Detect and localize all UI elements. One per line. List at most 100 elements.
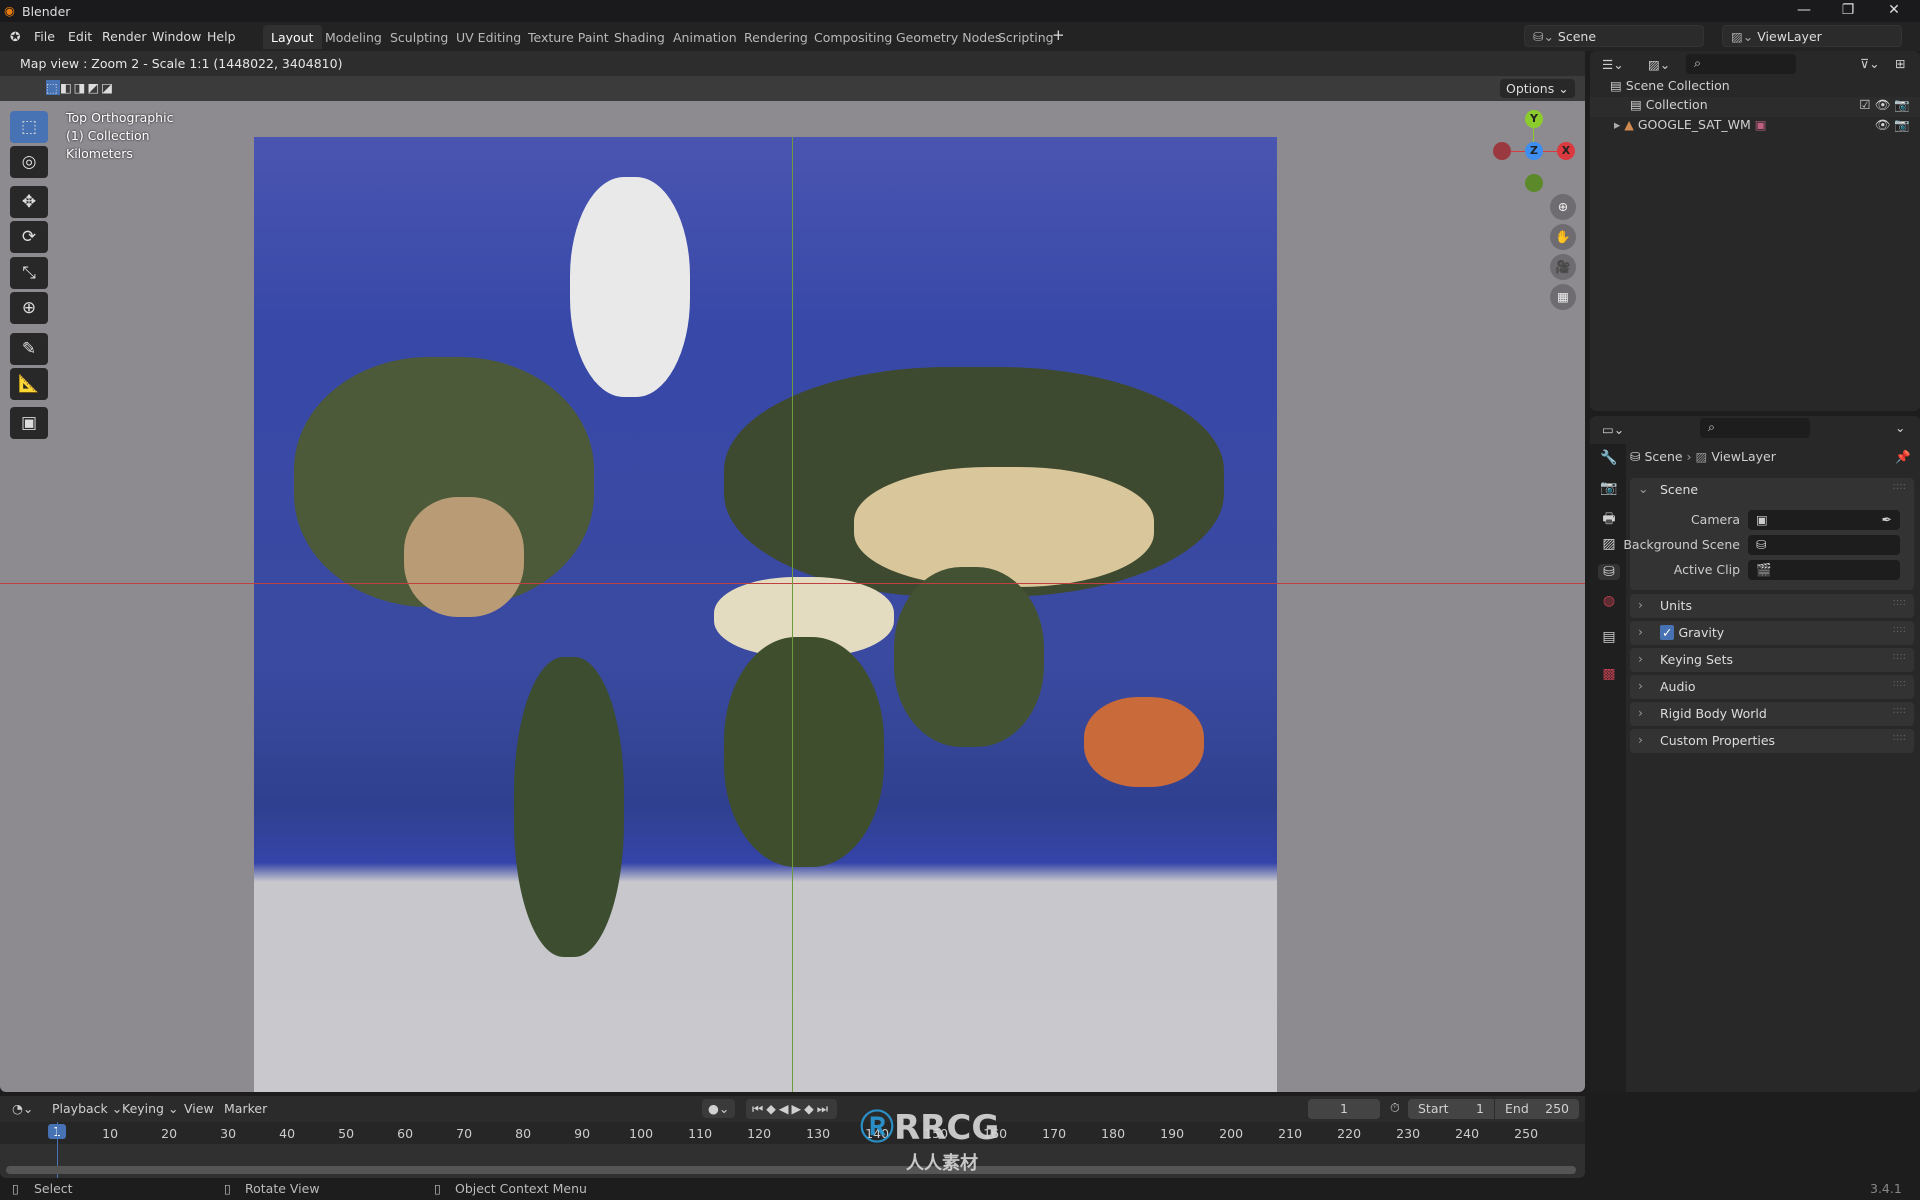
gizmo-y-axis[interactable]: Y xyxy=(1525,110,1543,128)
south-america xyxy=(514,657,624,957)
menu-file[interactable]: File xyxy=(34,29,55,44)
render-tab-icon[interactable]: 📷 xyxy=(1598,480,1620,496)
scene-selector[interactable]: ⛁⌄ Scene xyxy=(1524,25,1704,47)
stopwatch-icon[interactable]: ⏱ xyxy=(1390,1100,1400,1116)
workspace-tab-layout[interactable]: Layout xyxy=(263,25,322,49)
north-america-desert xyxy=(404,497,524,617)
scale-tool-icon[interactable]: ⤡ xyxy=(10,257,48,289)
gravity-checkbox[interactable]: ✓ xyxy=(1660,625,1675,640)
panel-audio[interactable]: › Audio:::: xyxy=(1630,675,1914,699)
outliner-item-google-sat-wm[interactable]: ▸ ▲ GOOGLE_SAT_WM ▣ 👁 📷 xyxy=(1590,117,1920,137)
frame-ruler[interactable]: 1102030405060708090100110120130140150160… xyxy=(0,1122,1585,1144)
camera-view-icon[interactable]: 🎥 xyxy=(1550,254,1576,280)
cursor-tool-icon[interactable]: ◎ xyxy=(10,146,48,178)
properties-search-input[interactable]: ⌕ xyxy=(1700,418,1810,438)
measure-tool-icon[interactable]: 📐 xyxy=(10,368,48,400)
view-menu[interactable]: View xyxy=(184,1101,214,1116)
blender-menu-icon[interactable]: ✪ xyxy=(10,29,20,44)
panel-keying-sets[interactable]: › Keying Sets:::: xyxy=(1630,648,1914,672)
workspace-tab-uv-editing[interactable]: UV Editing xyxy=(448,25,529,49)
auto-keying-toggle[interactable]: ●⌄ xyxy=(702,1099,736,1118)
texture-tab-icon[interactable]: ▩ xyxy=(1598,666,1620,682)
scene-panel-header[interactable]: Scene xyxy=(1660,482,1698,497)
workspace-tab-scripting[interactable]: Scripting xyxy=(990,25,1062,49)
playback-controls[interactable]: ⏮◆◀▶◆⏭ xyxy=(746,1099,837,1119)
camera-field[interactable]: ▣ ✒ xyxy=(1748,510,1900,530)
menu-help[interactable]: Help xyxy=(207,29,236,44)
timeline-scrollbar[interactable] xyxy=(6,1166,1576,1174)
tool-tab-icon[interactable]: 🔧 xyxy=(1598,450,1620,466)
background-scene-field[interactable]: ⛁ xyxy=(1748,535,1900,555)
outliner-item-collection[interactable]: ▤ Collection ☑ 👁 📷 xyxy=(1590,97,1920,117)
world-tab-icon[interactable]: ◍ xyxy=(1598,593,1620,609)
y-axis-line xyxy=(792,137,793,1092)
selection-mode-buttons[interactable]: ⬚◧◨◩◪ xyxy=(46,80,115,95)
current-frame-field[interactable]: 1 xyxy=(1308,1099,1380,1119)
maximize-button[interactable]: ❐ xyxy=(1828,2,1868,20)
active-clip-field[interactable]: 🎬 xyxy=(1748,560,1900,580)
window-title: Blender xyxy=(22,4,71,19)
frame-tick-label: 110 xyxy=(688,1126,713,1141)
gizmo-z-axis[interactable]: Z xyxy=(1525,142,1543,160)
options-chevron[interactable]: ⌄ xyxy=(1895,420,1905,435)
marker-menu[interactable]: Marker xyxy=(224,1101,267,1116)
keying-menu[interactable]: Keying ⌄ xyxy=(122,1101,178,1116)
workspace-tab-texture-paint[interactable]: Texture Paint xyxy=(520,25,617,49)
version-label: 3.4.1 xyxy=(1870,1181,1902,1196)
workspace-tab-sculpting[interactable]: Sculpting xyxy=(382,25,456,49)
africa xyxy=(724,637,884,867)
move-tool-icon[interactable]: ✥ xyxy=(10,186,48,218)
minimize-button[interactable]: — xyxy=(1784,2,1824,20)
transform-tool-icon[interactable]: ⊕ xyxy=(10,292,48,324)
workspace-tab-animation[interactable]: Animation xyxy=(665,25,745,49)
workspace-tab-rendering[interactable]: Rendering xyxy=(736,25,816,49)
menu-edit[interactable]: Edit xyxy=(68,29,92,44)
outliner-item-scene-collection[interactable]: ▤ Scene Collection xyxy=(1610,78,1910,98)
viewlayer-selector[interactable]: ▨⌄ ViewLayer xyxy=(1722,25,1902,47)
pin-icon[interactable]: 📌 xyxy=(1895,449,1911,465)
workspace-tab-shading[interactable]: Shading xyxy=(606,25,673,49)
frame-tick-label: 120 xyxy=(747,1126,772,1141)
ortho-grid-icon[interactable]: ▦ xyxy=(1550,284,1576,310)
blender-logo-icon: ◉ xyxy=(4,3,15,18)
frame-tick-label: 30 xyxy=(220,1126,237,1141)
frame-tick-label: 80 xyxy=(515,1126,532,1141)
new-collection-icon[interactable]: ⊞ xyxy=(1895,56,1905,71)
gizmo-x-axis[interactable]: X xyxy=(1557,142,1575,160)
menu-render[interactable]: Render xyxy=(102,29,147,44)
panel-rigid-body-world[interactable]: › Rigid Body World:::: xyxy=(1630,702,1914,726)
outliner-search-input[interactable]: ⌕ xyxy=(1686,54,1796,74)
gizmo-neg-x-axis[interactable] xyxy=(1493,142,1511,160)
zoom-icon[interactable]: ⊕ xyxy=(1550,194,1576,220)
menu-window[interactable]: Window xyxy=(152,29,201,44)
end-frame-field[interactable]: End 250 xyxy=(1495,1099,1579,1119)
start-frame-field[interactable]: Start 1 xyxy=(1408,1099,1494,1119)
mouse-middle-icon: ▯ xyxy=(224,1181,231,1196)
mouse-right-icon: ▯ xyxy=(434,1181,441,1196)
workspace-tab-modeling[interactable]: Modeling xyxy=(317,25,390,49)
filter-icon[interactable]: ⊽⌄ xyxy=(1860,56,1880,71)
editor-type-dropdown[interactable]: ▭⌄ xyxy=(1602,422,1624,437)
timeline-editor-icon[interactable]: ◔⌄ xyxy=(12,1101,33,1116)
workspace-tab-compositing[interactable]: Compositing xyxy=(806,25,900,49)
close-button[interactable]: ✕ xyxy=(1874,2,1914,20)
panel-units[interactable]: › Units:::: xyxy=(1630,594,1914,618)
add-cube-tool-icon[interactable]: ▣ xyxy=(10,407,48,439)
pan-hand-icon[interactable]: ✋ xyxy=(1550,224,1576,250)
panel-custom-properties[interactable]: › Custom Properties:::: xyxy=(1630,729,1914,753)
3d-viewport[interactable]: Map view : Zoom 2 - Scale 1:1 (1448022, … xyxy=(0,51,1585,1092)
collection-tab-icon[interactable]: ▤ xyxy=(1598,629,1620,645)
select-box-tool-icon[interactable]: ⬚ xyxy=(10,111,48,143)
view-layer-filter-dropdown[interactable]: ▨⌄ xyxy=(1648,57,1670,72)
rotate-tool-icon[interactable]: ⟳ xyxy=(10,221,48,253)
options-dropdown[interactable]: Options ⌄ xyxy=(1500,79,1575,98)
add-workspace-button[interactable]: + xyxy=(1052,26,1065,44)
frame-tick-label: 100 xyxy=(629,1126,654,1141)
annotate-tool-icon[interactable]: ✎ xyxy=(10,333,48,365)
display-mode-dropdown[interactable]: ☰⌄ xyxy=(1602,57,1624,72)
panel-gravity[interactable]: › ✓ Gravity:::: xyxy=(1630,621,1914,645)
camera-label: Camera xyxy=(1690,512,1740,527)
playback-menu[interactable]: Playback ⌄ xyxy=(52,1101,122,1116)
gizmo-neg-y-axis[interactable] xyxy=(1525,174,1543,192)
status-rotate: Rotate View xyxy=(245,1181,320,1196)
